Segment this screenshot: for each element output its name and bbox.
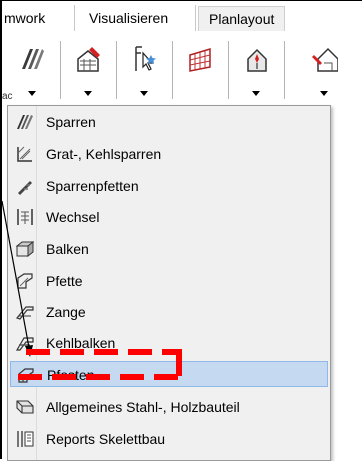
reports-icon: [17, 431, 34, 447]
toolbar-button-roof-edit[interactable]: [66, 39, 112, 101]
chevron-down-icon[interactable]: [28, 91, 36, 96]
toolbar-button-house-pin[interactable]: [234, 39, 280, 101]
chevron-down-icon[interactable]: [252, 91, 260, 96]
menu-item-label: Allgemeines Stahl-, Holzbauteil: [46, 399, 240, 415]
menu-item-label: Reports Skelettbau: [46, 431, 166, 447]
tab-mwork[interactable]: mwork: [4, 6, 45, 30]
house-pin-icon: [247, 48, 267, 72]
menu-item-pfosten[interactable]: Pfosten: [10, 361, 328, 387]
toolbar-separator: [228, 41, 229, 99]
toolbar-separator: [60, 41, 61, 99]
chevron-down-icon[interactable]: [140, 91, 148, 96]
toolbar-button-cursor-star[interactable]: [122, 39, 168, 101]
menu-item-label: Kehlbalken: [46, 335, 116, 351]
tab-visualisieren[interactable]: Visualisieren: [89, 6, 168, 30]
menu-item-label: Sparrenpfetten: [46, 178, 139, 194]
menu-item-label: Sparren: [46, 114, 96, 130]
menu-item-allgemeines-stahl-holzbauteil[interactable]: Allgemeines Stahl-, Holzbauteil: [10, 394, 328, 420]
chevron-down-icon[interactable]: [84, 91, 92, 96]
kehlbalken-icon: [16, 337, 34, 351]
menu-item-zange[interactable]: Zange: [10, 299, 328, 325]
grid-frame-icon: [189, 47, 211, 72]
tab-planlayout[interactable]: Planlayout: [198, 6, 286, 31]
pfette-icon: [17, 273, 33, 289]
cursor-star-icon: [135, 46, 156, 71]
tab-separator: [195, 5, 196, 31]
menu-item-grat-kehlsparren[interactable]: Grat-, Kehlsparren: [10, 141, 328, 167]
rafter-icon: [22, 49, 44, 69]
menu-item-wechsel[interactable]: Wechsel: [10, 204, 328, 230]
balken-icon: [16, 240, 34, 258]
zange-icon: [16, 306, 34, 320]
menu-item-kehlbalken[interactable]: Kehlbalken: [10, 330, 328, 356]
grat-kehlsparren-icon: [17, 146, 32, 162]
toolbar-group-label-fragment: ac: [2, 91, 13, 102]
toolbar-separator: [172, 41, 173, 99]
dropdown-menu: Sparren Grat-, Kehlsparren Sparrenpfette…: [7, 105, 331, 461]
wechsel-icon: [17, 209, 33, 225]
menu-item-reports-skelettbau[interactable]: Reports Skelettbau: [10, 426, 328, 452]
chevron-down-icon[interactable]: [320, 91, 328, 96]
stahl-holzbauteil-icon: [16, 400, 34, 414]
roof-partial-icon: [312, 47, 338, 72]
menu-item-sparren[interactable]: Sparren: [10, 109, 328, 135]
toolbar-separator: [116, 41, 117, 99]
toolbar-button-roof-partial[interactable]: [302, 39, 348, 101]
screenshot-stage: mwork Visualisieren Planlayout ac Sparre…: [0, 0, 362, 461]
menu-item-label: Zange: [46, 304, 86, 320]
menu-item-pfette[interactable]: Pfette: [10, 268, 328, 294]
tab-separator: [74, 5, 75, 31]
menu-item-label: Grat-, Kehlsparren: [46, 146, 162, 162]
toolbar-separator: [284, 41, 285, 99]
menu-item-label: Wechsel: [46, 209, 100, 225]
sparren-icon: [17, 115, 33, 129]
sparrenpfetten-icon: [18, 181, 32, 195]
menu-item-label: Pfosten: [47, 367, 95, 383]
menu-item-label: Pfette: [46, 273, 83, 289]
roof-edit-icon: [77, 47, 100, 72]
pfosten-icon: [18, 368, 34, 383]
toolbar-button-rafter[interactable]: [10, 39, 56, 101]
ribbon-toolbar: [2, 31, 362, 109]
menu-item-sparrenpfetten[interactable]: Sparrenpfetten: [10, 173, 328, 199]
menu-item-label: Balken: [46, 241, 89, 257]
menu-item-balken[interactable]: Balken: [10, 236, 328, 262]
ribbon-tab-bar: mwork Visualisieren Planlayout: [2, 1, 362, 32]
toolbar-button-grid-frame[interactable]: [178, 39, 224, 101]
